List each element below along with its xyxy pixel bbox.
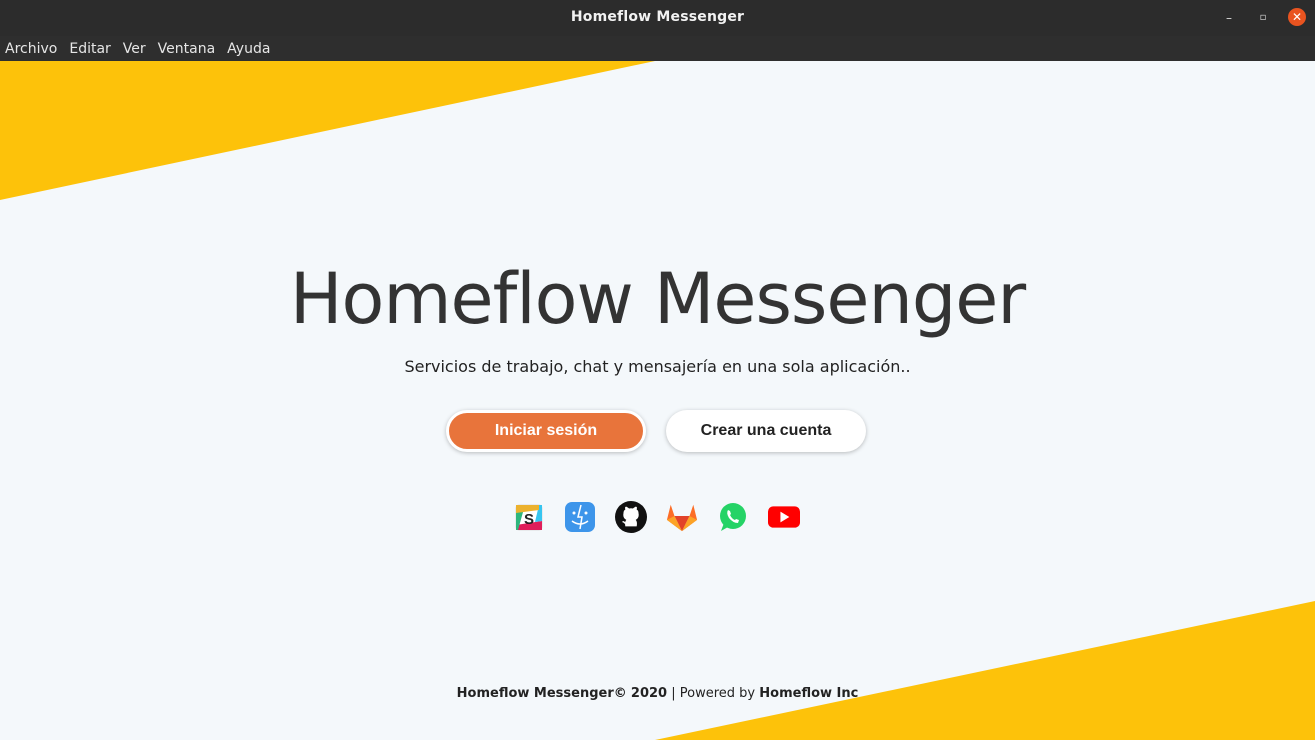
menu-archivo[interactable]: Archivo: [5, 41, 57, 57]
background-decoration: [0, 61, 1315, 740]
slack-icon[interactable]: S: [513, 500, 545, 534]
create-account-button[interactable]: Crear una cuenta: [666, 410, 866, 452]
youtube-icon[interactable]: [768, 500, 800, 534]
app-title: Homeflow Messenger: [289, 258, 1026, 340]
menu-editar[interactable]: Editar: [69, 41, 110, 57]
app-subtitle: Servicios de trabajo, chat y mensajería …: [404, 357, 911, 376]
window-title: Homeflow Messenger: [570, 9, 745, 25]
github-icon[interactable]: [615, 500, 647, 534]
finder-icon[interactable]: [564, 500, 596, 534]
footer-powered-by: Powered by: [679, 686, 756, 701]
copyright-symbol: ©: [613, 686, 627, 701]
footer-separator: |: [671, 686, 676, 701]
bottom-right-yellow-shape: [655, 601, 1315, 740]
service-icons: S: [513, 500, 800, 534]
maximize-button[interactable]: ▫: [1253, 8, 1273, 28]
footer-year: 2020: [630, 686, 668, 701]
footer: Homeflow Messenger© 2020 | Powered by Ho…: [0, 686, 1315, 701]
footer-brand: Homeflow Messenger: [456, 686, 614, 701]
footer-company: Homeflow Inc: [759, 686, 859, 701]
gitlab-icon[interactable]: [666, 500, 698, 534]
login-button[interactable]: Iniciar sesión: [446, 410, 646, 452]
minimize-button[interactable]: –: [1219, 8, 1239, 28]
svg-text:S: S: [524, 511, 534, 528]
close-button[interactable]: ✕: [1288, 8, 1306, 26]
menu-ver[interactable]: Ver: [123, 41, 146, 57]
top-left-yellow-shape: [0, 61, 655, 200]
whatsapp-icon[interactable]: [717, 500, 749, 534]
window-titlebar: Homeflow Messenger – ▫ ✕: [0, 0, 1315, 36]
menu-ayuda[interactable]: Ayuda: [227, 41, 270, 57]
menu-bar: Archivo Editar Ver Ventana Ayuda: [0, 36, 1315, 61]
menu-ventana[interactable]: Ventana: [158, 41, 216, 57]
